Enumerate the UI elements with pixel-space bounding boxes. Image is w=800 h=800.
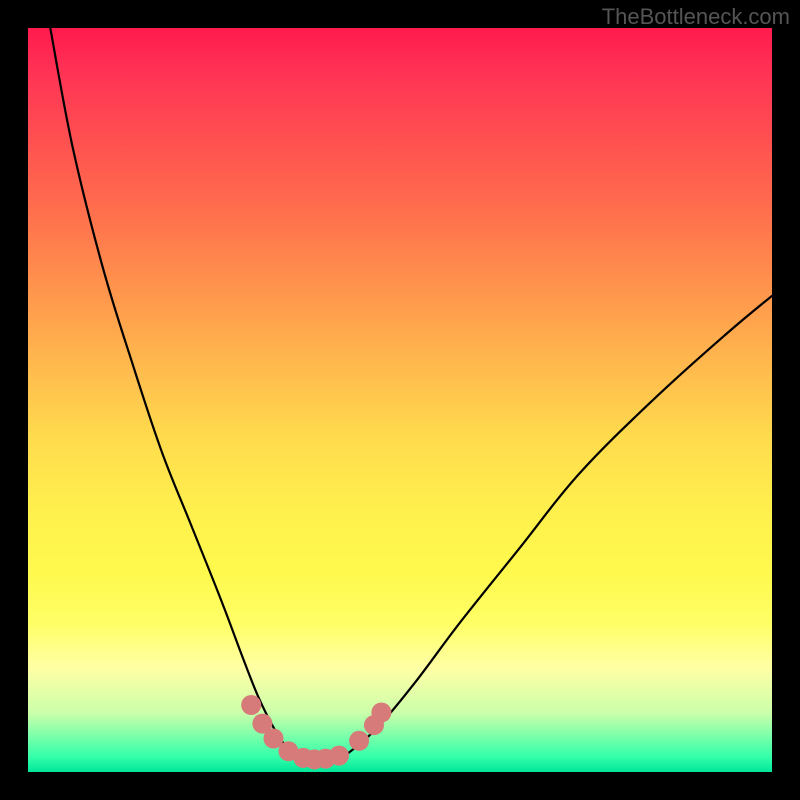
highlight-dot	[329, 746, 349, 766]
chart-plot-area	[28, 28, 772, 772]
outer-frame: TheBottleneck.com	[0, 0, 800, 800]
highlight-dot	[349, 731, 369, 751]
highlight-dot	[241, 695, 261, 715]
chart-svg	[28, 28, 772, 772]
bottleneck-curve-path	[50, 28, 772, 765]
watermark-text: TheBottleneck.com	[602, 4, 790, 30]
highlight-dot	[371, 703, 391, 723]
